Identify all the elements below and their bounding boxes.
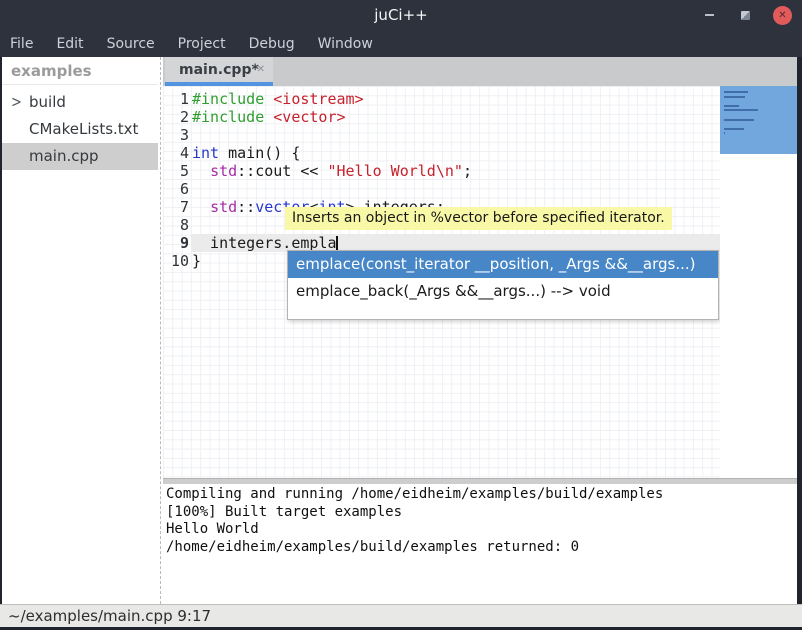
minimap[interactable] [720,86,797,478]
code-text: #include <iostream> [192,90,364,108]
code-token [264,108,273,126]
line-number: 9 [163,234,189,252]
tree-item-build[interactable]: >build [2,89,158,116]
line-number: 8 [163,216,189,234]
minimap-code-line [724,91,748,93]
code-token: "Hello World\n" [327,162,462,180]
close-button[interactable]: ✕ [773,6,792,25]
code-text: int main() { [192,144,300,162]
menubar: File Edit Source Project Debug Window [0,30,802,57]
code-token [264,90,273,108]
file-tree-panel: examples >buildCMakeLists.txtmain.cpp [2,57,158,604]
line-number: 3 [163,126,189,144]
code-editor[interactable]: 1#include <iostream>2#include <vector>34… [163,86,720,478]
code-token: <vector> [273,108,345,126]
autocomplete-popup: emplace(const_iterator __position, _Args… [287,250,719,320]
restore-button[interactable] [737,7,753,23]
menu-source[interactable]: Source [107,36,169,52]
code-token: std [210,198,237,216]
minimap-code-line [724,132,725,134]
chevron-right-icon[interactable]: > [11,86,22,120]
console-output-line: /home/eidheim/examples/build/examples re… [166,539,797,557]
code-text: } [192,252,201,270]
file-tree: >buildCMakeLists.txtmain.cpp [2,89,158,170]
tab-main-cpp[interactable]: main.cpp* ✕ [165,57,273,86]
status-bar: ~/examples/main.cpp 9:17 [0,604,802,627]
titlebar[interactable]: juCi++ ✕ [0,0,802,30]
project-name: examples [2,57,158,85]
tree-item-label: main.cpp [29,143,99,170]
tree-item-label: CMakeLists.txt [29,116,138,143]
code-token: #include [192,108,264,126]
code-token: std [210,162,237,180]
code-token: <iostream> [273,90,363,108]
minimize-icon [705,14,714,16]
line-number: 10 [163,252,189,270]
close-icon: ✕ [778,10,786,21]
console-output-line: [100%] Built target examples [166,504,797,522]
window-controls: ✕ [701,0,792,30]
window-title: juCi++ [0,6,802,24]
menu-edit[interactable]: Edit [56,36,97,52]
code-token: main() { [219,144,300,162]
menu-debug[interactable]: Debug [249,36,309,52]
line-number: 7 [163,198,189,216]
restore-icon [741,11,750,20]
doc-tooltip: Inserts an object in %vector before spec… [285,207,672,230]
code-line-3: 3 [163,126,720,144]
console-output-line: Compiling and running /home/eidheim/exam… [166,486,797,504]
line-number: 2 [163,108,189,126]
menu-file[interactable]: File [10,36,47,52]
status-file-position: ~/examples/main.cpp 9:17 [8,607,211,625]
minimap-viewport[interactable] [720,86,797,154]
minimap-code-line [724,128,744,130]
line-number: 5 [163,162,189,180]
console-output-line: Hello World [166,521,797,539]
menu-window[interactable]: Window [318,36,387,52]
line-number: 6 [163,180,189,198]
code-line-5: 5 std::cout << "Hello World\n"; [163,162,720,180]
minimap-code-line [724,109,758,111]
code-line-6: 6 [163,180,720,198]
code-text: std::cout << "Hello World\n"; [192,162,472,180]
tree-item-cmakelists-txt[interactable]: CMakeLists.txt [2,116,158,143]
tab-label: main.cpp* [179,62,259,78]
tab-close-icon[interactable]: ✕ [257,64,265,75]
autocomplete-item[interactable]: emplace_back(_Args &&__args...) --> void [288,278,718,304]
code-token: ::cout << [237,162,327,180]
code-token: } [192,252,201,270]
autocomplete-item[interactable]: emplace(const_iterator __position, _Args… [288,251,718,278]
line-number: 1 [163,90,189,108]
minimap-code-line [724,119,754,121]
code-text: #include <vector> [192,108,346,126]
tree-item-main-cpp[interactable]: main.cpp [2,143,158,170]
code-token: :: [237,198,255,216]
code-token [192,198,210,216]
code-line-1: 1#include <iostream> [163,90,720,108]
code-line-2: 2#include <vector> [163,108,720,126]
minimap-code-line [724,96,745,98]
minimap-code-line [724,105,739,107]
build-output-console[interactable]: Compiling and running /home/eidheim/exam… [163,484,797,604]
juci-window: juCi++ ✕ File Edit Source Project Debug Windo… [0,0,802,630]
minimize-button[interactable] [701,7,717,23]
menu-project[interactable]: Project [178,36,240,52]
code-token [192,162,210,180]
window-border-right [797,57,802,630]
code-token: ; [463,162,472,180]
code-token: #include [192,90,264,108]
line-number: 4 [163,144,189,162]
text-cursor [336,236,338,251]
code-token: int [192,144,219,162]
tab-bar: main.cpp* ✕ [163,57,797,86]
tree-item-label: build [29,89,66,116]
code-line-4: 4int main() { [163,144,720,162]
